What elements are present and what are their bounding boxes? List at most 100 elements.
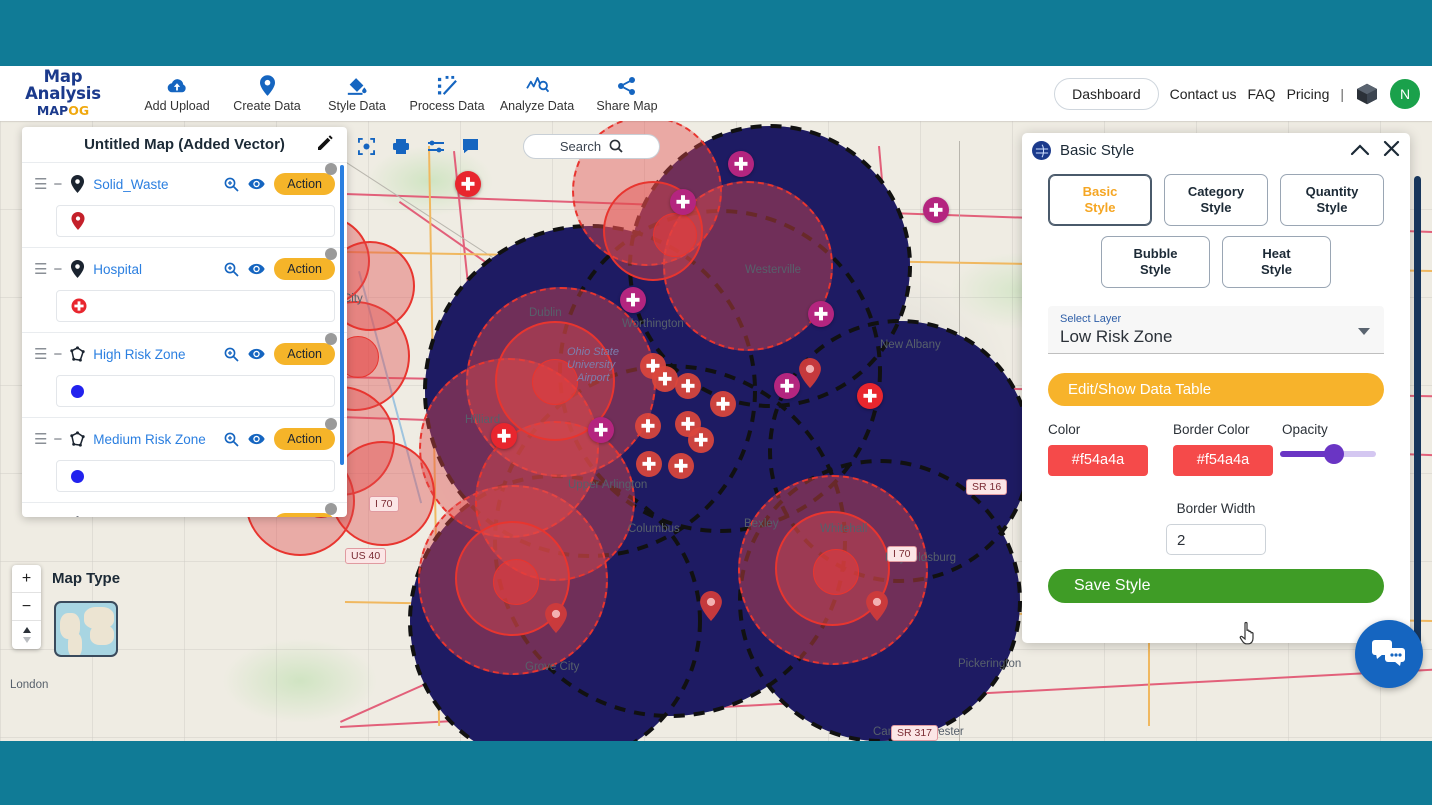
hospital-marker[interactable]: ✚ [668, 453, 694, 479]
pricing-link[interactable]: Pricing [1287, 86, 1330, 102]
nav-create-data[interactable]: Create Data [222, 75, 312, 113]
select-layer-dropdown[interactable]: Select Layer Low Risk Zone [1048, 306, 1384, 354]
layer-item-medium-risk-zone[interactable]: ☰ − Medium Risk Zone Action [22, 417, 347, 502]
solid-waste-marker[interactable] [544, 603, 568, 633]
layer-item-hospital[interactable]: ☰ − Hospital Action [22, 247, 347, 332]
save-style-button[interactable]: Save Style [1048, 569, 1384, 603]
faq-link[interactable]: FAQ [1248, 86, 1276, 102]
tab-quantity-style[interactable]: Quantity Style [1280, 174, 1384, 226]
hospital-marker[interactable]: ✚ [728, 151, 754, 177]
hospital-marker[interactable]: ✚ [588, 417, 614, 443]
layer-symbol-swatch[interactable] [56, 205, 335, 237]
hospital-marker[interactable]: ✚ [652, 366, 678, 392]
layer-row[interactable]: ☰ − Hospital Action [22, 248, 347, 282]
tab-heat-style[interactable]: Heat Style [1222, 236, 1331, 288]
map-type-thumbnail[interactable] [54, 601, 118, 657]
drag-handle-icon[interactable]: ☰ [34, 430, 47, 448]
layer-symbol-swatch[interactable] [56, 460, 335, 492]
drag-handle-icon[interactable]: ☰ [34, 345, 47, 363]
hospital-marker[interactable]: ✚ [710, 391, 736, 417]
layer-name[interactable]: Hospital [93, 262, 142, 277]
cube-3d-icon[interactable] [1355, 82, 1379, 106]
compare-icon[interactable] [427, 138, 445, 155]
layer-action-button[interactable]: Action [274, 333, 337, 365]
hospital-marker[interactable]: ✚ [774, 373, 800, 399]
hospital-marker[interactable]: ✚ [636, 451, 662, 477]
layers-scrollbar[interactable] [340, 165, 344, 465]
tab-category-style[interactable]: Category Style [1164, 174, 1268, 226]
color-value-input[interactable]: #f54a4a [1048, 445, 1148, 476]
compass-icon[interactable] [12, 621, 41, 649]
layer-row[interactable]: ☰ − Medium Risk Zone Action [22, 418, 347, 452]
nav-style-data[interactable]: Style Data [312, 75, 402, 113]
tab-bubble-style[interactable]: Bubble Style [1101, 236, 1210, 288]
collapse-minus-icon[interactable]: − [53, 176, 62, 193]
visibility-eye-icon[interactable] [248, 263, 265, 275]
fit-extent-icon[interactable] [358, 137, 375, 155]
zoom-to-layer-icon[interactable] [224, 432, 239, 447]
nav-share-map[interactable]: Share Map [582, 75, 672, 113]
zoom-out-button[interactable]: − [12, 593, 41, 621]
search-input[interactable]: Search [523, 133, 660, 159]
hospital-marker[interactable]: ✚ [455, 171, 481, 197]
layer-action-button[interactable]: Action [274, 248, 337, 280]
collapse-minus-icon[interactable]: − [53, 516, 62, 518]
hospital-marker[interactable]: ✚ [857, 383, 883, 409]
layer-row[interactable]: ☰ − Low Risk Zone Action [22, 503, 347, 518]
layer-symbol-swatch[interactable] [56, 290, 335, 322]
collapse-minus-icon[interactable]: − [53, 261, 62, 278]
zoom-to-layer-icon[interactable] [224, 262, 239, 277]
collapse-minus-icon[interactable]: − [53, 346, 62, 363]
layer-name[interactable]: Low Risk Zone [93, 517, 182, 518]
layer-action-button[interactable]: Action [274, 503, 337, 517]
hospital-marker[interactable]: ✚ [808, 301, 834, 327]
layer-item-low-risk-zone[interactable]: ☰ − Low Risk Zone Action [22, 502, 347, 517]
print-icon[interactable] [392, 138, 410, 155]
tab-basic-style[interactable]: Basic Style [1048, 174, 1152, 226]
close-icon[interactable] [1383, 140, 1400, 161]
solid-waste-marker[interactable] [699, 591, 723, 621]
hospital-marker[interactable]: ✚ [491, 423, 517, 449]
solid-waste-marker[interactable] [865, 591, 889, 621]
layer-name[interactable]: Medium Risk Zone [93, 432, 206, 447]
border-color-value-input[interactable]: #f54a4a [1173, 445, 1273, 476]
opacity-slider-knob[interactable] [1324, 444, 1344, 464]
drag-handle-icon[interactable]: ☰ [34, 175, 47, 193]
layer-row[interactable]: ☰ − High Risk Zone Action [22, 333, 347, 367]
layer-name[interactable]: High Risk Zone [93, 347, 185, 362]
nav-process-data[interactable]: Process Data [402, 75, 492, 113]
brand-logo[interactable]: Map Analysis MAPOG [8, 69, 118, 118]
drag-handle-icon[interactable]: ☰ [34, 260, 47, 278]
dashboard-button[interactable]: Dashboard [1054, 77, 1159, 110]
edit-show-data-table-button[interactable]: Edit/Show Data Table [1048, 373, 1384, 406]
opacity-slider[interactable] [1280, 444, 1376, 464]
visibility-eye-icon[interactable] [248, 348, 265, 360]
chat-widget-button[interactable] [1355, 620, 1423, 688]
zoom-to-layer-icon[interactable] [224, 177, 239, 192]
hospital-marker[interactable]: ✚ [670, 189, 696, 215]
layer-item-solid-waste[interactable]: ☰ − Solid_Waste Action [22, 162, 347, 247]
layer-name[interactable]: Solid_Waste [93, 177, 168, 192]
layer-row[interactable]: ☰ − Solid_Waste Action [22, 163, 347, 197]
pencil-icon[interactable] [317, 135, 333, 156]
hospital-marker[interactable]: ✚ [675, 373, 701, 399]
style-panel-scrollbar[interactable] [1414, 176, 1421, 644]
layer-action-button[interactable]: Action [274, 163, 337, 195]
hospital-marker[interactable]: ✚ [923, 197, 949, 223]
contact-us-link[interactable]: Contact us [1170, 86, 1237, 102]
zoom-in-button[interactable]: + [12, 565, 41, 593]
solid-waste-marker[interactable] [798, 358, 822, 388]
layer-item-high-risk-zone[interactable]: ☰ − High Risk Zone Action [22, 332, 347, 417]
hospital-marker[interactable]: ✚ [635, 413, 661, 439]
chevron-up-icon[interactable] [1350, 141, 1370, 160]
layer-action-button[interactable]: Action [274, 418, 337, 450]
visibility-eye-icon[interactable] [248, 178, 265, 190]
chevron-down-icon[interactable] [1358, 328, 1370, 335]
comment-icon[interactable] [462, 138, 479, 154]
layer-symbol-swatch[interactable] [56, 375, 335, 407]
nav-analyze-data[interactable]: Analyze Data [492, 75, 582, 113]
visibility-eye-icon[interactable] [248, 433, 265, 445]
zoom-to-layer-icon[interactable] [224, 347, 239, 362]
hospital-marker[interactable]: ✚ [688, 427, 714, 453]
layer-list[interactable]: ☰ − Solid_Waste Action ☰ − Hospital Action ☰ − Hig… [22, 162, 347, 517]
